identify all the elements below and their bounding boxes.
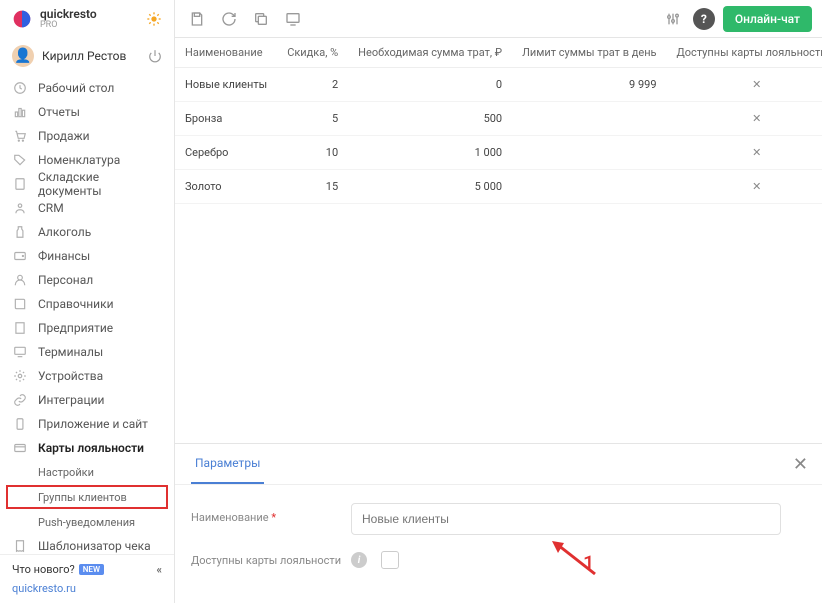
sidebar-header: quickresto PRO: [0, 0, 174, 38]
people-icon: [12, 200, 28, 216]
avatar: 👤: [12, 45, 34, 67]
nav-item-reports[interactable]: Отчеты: [0, 100, 174, 124]
nav-sub-push[interactable]: Push-уведомления: [0, 510, 174, 534]
nav-sub-settings[interactable]: Настройки: [0, 460, 174, 484]
sidebar: quickresto PRO 👤 Кирилл Рестов Рабочий с…: [0, 0, 175, 603]
nav-item-warehouse[interactable]: Складские документы: [0, 172, 174, 196]
collapse-sidebar-icon[interactable]: «: [157, 563, 163, 576]
nav-item-dashboard[interactable]: Рабочий стол: [0, 76, 174, 100]
gear-icon: [12, 368, 28, 384]
nav-item-nomenclature[interactable]: Номенклатура: [0, 148, 174, 172]
tag-icon: [12, 152, 28, 168]
nav-item-directories[interactable]: Справочники: [0, 292, 174, 316]
power-icon[interactable]: [148, 49, 162, 63]
nav-item-devices[interactable]: Устройства: [0, 364, 174, 388]
checkbox-cards[interactable]: [381, 551, 399, 569]
nav-item-sales[interactable]: Продажи: [0, 124, 174, 148]
nav-item-enterprise[interactable]: Предприятие: [0, 316, 174, 340]
chart-icon: [12, 104, 28, 120]
info-icon[interactable]: i: [351, 552, 367, 568]
clock-icon: [12, 80, 28, 96]
table-row[interactable]: Новые клиенты209 999✕: [175, 68, 822, 102]
logo-icon: [12, 9, 32, 29]
panel-tabs: Параметры ✕: [175, 444, 822, 485]
help-icon[interactable]: ?: [693, 8, 715, 30]
input-name[interactable]: [351, 503, 781, 535]
nav-sub-client-groups[interactable]: Группы клиентов: [6, 485, 168, 509]
online-chat-button[interactable]: Онлайн-чат: [723, 6, 812, 32]
new-badge: NEW: [79, 564, 104, 575]
sliders-icon[interactable]: [661, 7, 685, 31]
book-icon: [12, 296, 28, 312]
table-row[interactable]: Золото155 000✕: [175, 170, 822, 204]
theme-toggle-icon[interactable]: [146, 11, 162, 27]
copy-icon[interactable]: [249, 7, 273, 31]
nav-item-terminals[interactable]: Терминалы: [0, 340, 174, 364]
label-name: Наименование *: [191, 503, 351, 524]
person-icon: [12, 272, 28, 288]
save-icon[interactable]: [185, 7, 209, 31]
x-icon: ✕: [667, 68, 822, 102]
whatsnew-label[interactable]: Что нового?: [12, 563, 75, 576]
building-icon: [12, 320, 28, 336]
table-header-row: Наименование Скидка, % Необходимая сумма…: [175, 38, 822, 68]
nav-item-crm[interactable]: CRM: [0, 196, 174, 220]
document-icon: [12, 176, 28, 192]
nav-item-alcohol[interactable]: Алкоголь: [0, 220, 174, 244]
col-name[interactable]: Наименование: [175, 38, 277, 68]
col-needed-sum[interactable]: Необходимая сумма трат, ₽: [348, 38, 512, 68]
table-row[interactable]: Серебро101 000✕: [175, 136, 822, 170]
bottle-icon: [12, 224, 28, 240]
table-row[interactable]: Бронза5500✕: [175, 102, 822, 136]
nav-item-loyalty[interactable]: Карты лояльности: [0, 436, 174, 460]
refresh-icon[interactable]: [217, 7, 241, 31]
nav-list: Рабочий стол Отчеты Продажи Номенклатура…: [0, 74, 174, 554]
user-row[interactable]: 👤 Кирилл Рестов: [0, 38, 174, 74]
form-body: Наименование * Доступны карты лояльности…: [175, 485, 822, 603]
detail-panel: Параметры ✕ Наименование * Доступны карт…: [175, 443, 822, 603]
nav-item-staff[interactable]: Персонал: [0, 268, 174, 292]
terminal-icon: [12, 344, 28, 360]
col-limit[interactable]: Лимит суммы трат в день: [512, 38, 666, 68]
col-cards[interactable]: Доступны карты лояльности⇅: [667, 38, 822, 68]
sidebar-footer: Что нового? NEW « quickresto.ru: [0, 554, 174, 603]
brand-tier: PRO: [40, 20, 97, 30]
footer-link[interactable]: quickresto.ru: [12, 582, 162, 595]
user-name: Кирилл Рестов: [42, 49, 126, 63]
card-icon: [12, 440, 28, 456]
wallet-icon: [12, 248, 28, 264]
x-icon: ✕: [667, 136, 822, 170]
nav-item-finance[interactable]: Финансы: [0, 244, 174, 268]
link-icon: [12, 392, 28, 408]
close-panel-icon[interactable]: ✕: [793, 454, 808, 475]
col-discount[interactable]: Скидка, %: [277, 38, 348, 68]
nav-item-app-site[interactable]: Приложение и сайт: [0, 412, 174, 436]
cart-icon: [12, 128, 28, 144]
brand-name: quickresto: [40, 8, 97, 20]
phone-icon: [12, 416, 28, 432]
x-icon: ✕: [667, 102, 822, 136]
tab-parameters[interactable]: Параметры: [191, 444, 264, 484]
nav-item-receipt-template[interactable]: Шаблонизатор чека: [0, 534, 174, 554]
main-area: ? Онлайн-чат Наименование Скидка, % Необ…: [175, 0, 822, 603]
nav-item-integrations[interactable]: Интеграции: [0, 388, 174, 412]
receipt-icon: [12, 538, 28, 554]
screen-icon[interactable]: [281, 7, 305, 31]
label-cards: Доступны карты лояльности: [191, 554, 351, 567]
toolbar: ? Онлайн-чат: [175, 0, 822, 38]
x-icon: ✕: [667, 170, 822, 204]
data-table: Наименование Скидка, % Необходимая сумма…: [175, 38, 822, 204]
